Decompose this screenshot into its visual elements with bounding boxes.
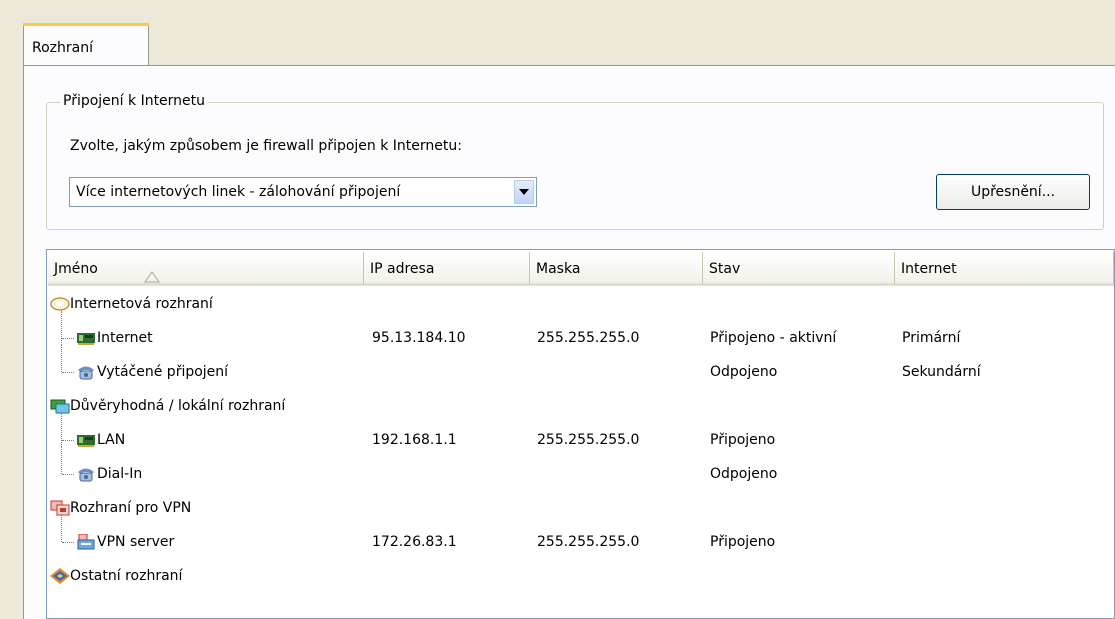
tree-connector [62,440,74,441]
tree-connector [62,338,74,339]
network-card-icon [76,330,96,350]
tab-rozhrani[interactable]: Rozhraní [23,23,149,66]
interface-name: Internet [97,330,153,346]
interface-name: Vytáčené připojení [97,364,229,380]
group-legend: Připojení k Internetu [60,93,209,109]
interface-mask: 255.255.255.0 [537,330,640,346]
interface-mask: 255.255.255.0 [537,432,640,448]
connection-prompt: Zvolte, jakým způsobem je firewall připo… [70,138,462,154]
interface-name: LAN [97,432,126,448]
internet-connection-group [46,102,1104,230]
interface-status: Připojeno [710,534,776,550]
vpn-server-icon [76,533,96,554]
group-label: Důvěryhodná / lokální rozhraní [70,398,286,414]
tree-connector [61,311,74,345]
column-header-name[interactable]: Jméno [48,252,364,286]
other-interfaces-icon [50,568,70,588]
tree-connector [62,372,74,373]
tree-connector [61,413,74,447]
interface-status: Odpojeno [710,364,778,380]
column-header-internet[interactable]: Internet [895,252,1114,286]
interface-name: Dial-In [97,466,143,482]
dropdown-arrow-button[interactable] [514,180,534,204]
tree-connector [61,515,74,542]
interface-mask: 255.255.255.0 [537,534,640,550]
tree-connector [61,447,74,474]
column-header-label: Maska [536,261,581,277]
tree-connector [61,345,74,372]
chevron-down-icon [519,189,529,195]
interface-status: Připojeno [710,432,776,448]
interface-ip: 95.13.184.10 [372,330,466,346]
interface-internet: Sekundární [902,364,981,380]
interface-status: Připojeno - aktivní [710,330,837,346]
group-label: Ostatní rozhraní [70,568,183,584]
interface-name: VPN server [97,534,175,550]
group-label: Rozhraní pro VPN [70,500,192,516]
tree-connector [62,542,74,543]
sort-ascending-icon [144,262,160,296]
column-header-status[interactable]: Stav [703,252,895,286]
interface-ip: 172.26.83.1 [372,534,457,550]
dialup-icon [76,364,96,384]
column-header-label: IP adresa [370,261,435,277]
column-header-label: Stav [709,261,741,277]
interface-ip: 192.168.1.1 [372,432,457,448]
column-header-label: Jméno [54,261,98,277]
column-header-ip[interactable]: IP adresa [364,252,530,286]
interface-internet: Primární [902,330,961,346]
network-card-icon [76,432,96,452]
advanced-button[interactable]: Upřesnění... [936,174,1090,210]
column-header-label: Internet [901,261,957,277]
tab-label: Rozhraní [32,40,93,56]
column-header-mask[interactable]: Maska [530,252,703,286]
connection-type-value: Více internetových linek - zálohování př… [76,184,401,200]
dialup-icon [76,466,96,486]
group-label: Internetová rozhraní [70,296,213,312]
interface-status: Odpojeno [710,466,778,482]
tree-connector [62,474,74,475]
connection-type-select[interactable]: Více internetových linek - zálohování př… [69,177,537,207]
